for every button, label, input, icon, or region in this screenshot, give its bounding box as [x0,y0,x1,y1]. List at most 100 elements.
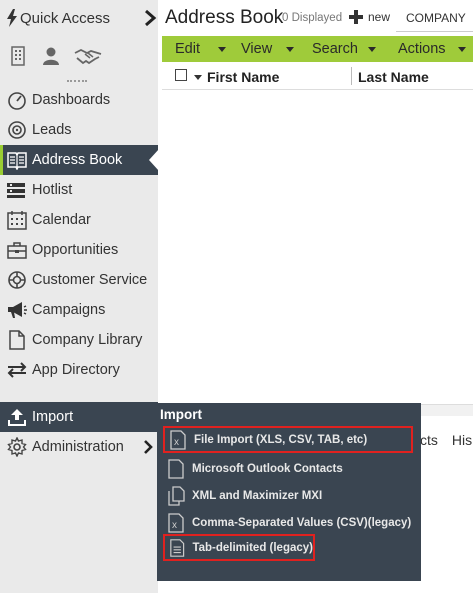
handshake-icon[interactable] [74,46,102,66]
nav-customer-service[interactable]: Customer Service [0,265,158,295]
tab-history[interactable]: His [452,432,472,448]
sidebar: Quick Access Dashboards Leads Address Bo… [0,0,159,593]
quick-access-label: Quick Access [20,9,111,27]
actions-menu[interactable]: Actions [398,36,446,62]
search-dropdown[interactable] [368,36,376,62]
building-icon[interactable] [10,46,26,66]
search-menu[interactable]: Search [312,36,358,62]
nav-opportunities[interactable]: Opportunities [0,235,158,265]
select-all-checkbox[interactable] [175,69,187,81]
nav-import[interactable]: Import [0,402,158,432]
flyout-title: Import [160,407,202,422]
caret-down-icon [286,46,294,52]
menu-item-label: Microsoft Outlook Contacts [192,462,343,475]
nav-dashboards[interactable]: Dashboards [0,85,158,115]
menu-item-label: Tab-delimited (legacy) [192,541,313,554]
nav-calendar[interactable]: Calendar [0,205,158,235]
menu-item-label: File Import (XLS, CSV, TAB, etc) [194,433,368,446]
nav-campaigns[interactable]: Campaigns [0,295,158,325]
leads-target-icon [8,121,26,139]
nav-label: Hotlist [32,182,73,198]
nav-company-library[interactable]: Company Library [0,325,158,355]
blank-file-icon [168,458,184,479]
upload-icon [8,409,26,426]
search-label: Search [312,41,358,57]
detail-tabs: cts His [420,432,473,448]
resize-grip[interactable] [67,80,87,82]
lifebuoy-icon [8,271,26,289]
svg-text:x: x [172,520,177,531]
text-file-icon [170,538,185,557]
hotlist-icon [7,183,25,198]
menu-item-tab-delimited[interactable]: Tab-delimited (legacy) [163,534,315,561]
view-dropdown[interactable] [286,36,294,62]
nav-label: Import [32,409,74,425]
caret-down-icon [368,46,376,52]
column-divider[interactable] [351,67,352,85]
secondary-nav: Import Administration [0,402,158,462]
gear-icon [7,437,27,457]
nav-administration[interactable]: Administration [0,432,158,462]
chevron-right-icon[interactable] [143,9,157,27]
dashboard-gauge-icon [8,92,26,110]
nav-label: Opportunities [32,242,119,258]
nav-label: Administration [32,439,124,455]
nav-label: App Directory [32,362,120,378]
column-last-name[interactable]: Last Name [358,69,429,85]
edit-menu[interactable]: Edit [175,36,200,62]
company-tab[interactable]: COMPANY [396,4,473,32]
nav-label: Leads [32,122,72,138]
menu-item-file-import[interactable]: x File Import (XLS, CSV, TAB, etc) [163,426,413,453]
grid-header: First Name Last Name [162,62,473,90]
select-dropdown-icon[interactable] [194,75,202,80]
opportunities-icon [7,242,27,259]
nav-address-book[interactable]: Address Book [0,145,159,175]
person-icon[interactable] [42,46,60,66]
menu-item-label: XML and Maximizer MXI [192,489,323,502]
menu-item-label: Comma-Separated Values (CSV)(legacy) [192,516,412,529]
edit-label: Edit [175,41,200,57]
caret-down-icon [218,46,226,52]
nav-label: Dashboards [32,92,111,108]
column-first-name[interactable]: First Name [207,69,279,85]
import-flyout-menu: Import x File Import (XLS, CSV, TAB, etc… [157,403,421,581]
address-book-icon [7,152,27,170]
document-icon [9,330,25,350]
calendar-icon [7,211,27,230]
new-label: new [368,10,391,24]
toolbar: Edit View Search Actions [162,36,473,62]
lightning-icon [7,9,17,27]
nav-label: Customer Service [32,272,148,288]
quick-access[interactable]: Quick Access [0,0,158,36]
nav-label: Campaigns [32,302,106,318]
tab-contacts[interactable]: cts [420,432,438,448]
nav-hotlist[interactable]: Hotlist [0,175,158,205]
excel-file-icon: x [170,429,186,450]
menu-item-csv-legacy[interactable]: x Comma-Separated Values (CSV)(legacy) [163,509,413,536]
plus-icon [349,10,363,24]
quick-access-icons [0,40,158,72]
actions-label: Actions [398,41,446,57]
actions-dropdown[interactable] [458,36,466,62]
nav-label: Company Library [32,332,143,348]
page-title: Address Book [165,7,284,28]
megaphone-icon [8,302,27,318]
menu-item-xml-mxi[interactable]: XML and Maximizer MXI [163,482,413,509]
main-nav: Dashboards Leads Address Book Hotlist Ca… [0,85,159,385]
svg-text:x: x [174,437,179,448]
nav-label: Address Book [32,152,123,168]
caret-down-icon [458,46,466,52]
edit-dropdown[interactable] [218,36,226,62]
excel-file-icon: x [168,512,184,533]
view-menu[interactable]: View [241,36,272,62]
view-label: View [241,41,273,57]
menu-item-outlook-contacts[interactable]: Microsoft Outlook Contacts [163,455,413,482]
displayed-count: 0 Displayed [282,12,343,24]
nav-app-directory[interactable]: App Directory [0,355,158,385]
arrows-exchange-icon [7,362,27,378]
nav-label: Calendar [32,212,91,228]
page-header: Address Book 0 Displayed new COMPANY [158,0,473,36]
nav-leads[interactable]: Leads [0,115,158,145]
new-button[interactable]: new [348,9,390,25]
copy-files-icon [168,485,185,506]
